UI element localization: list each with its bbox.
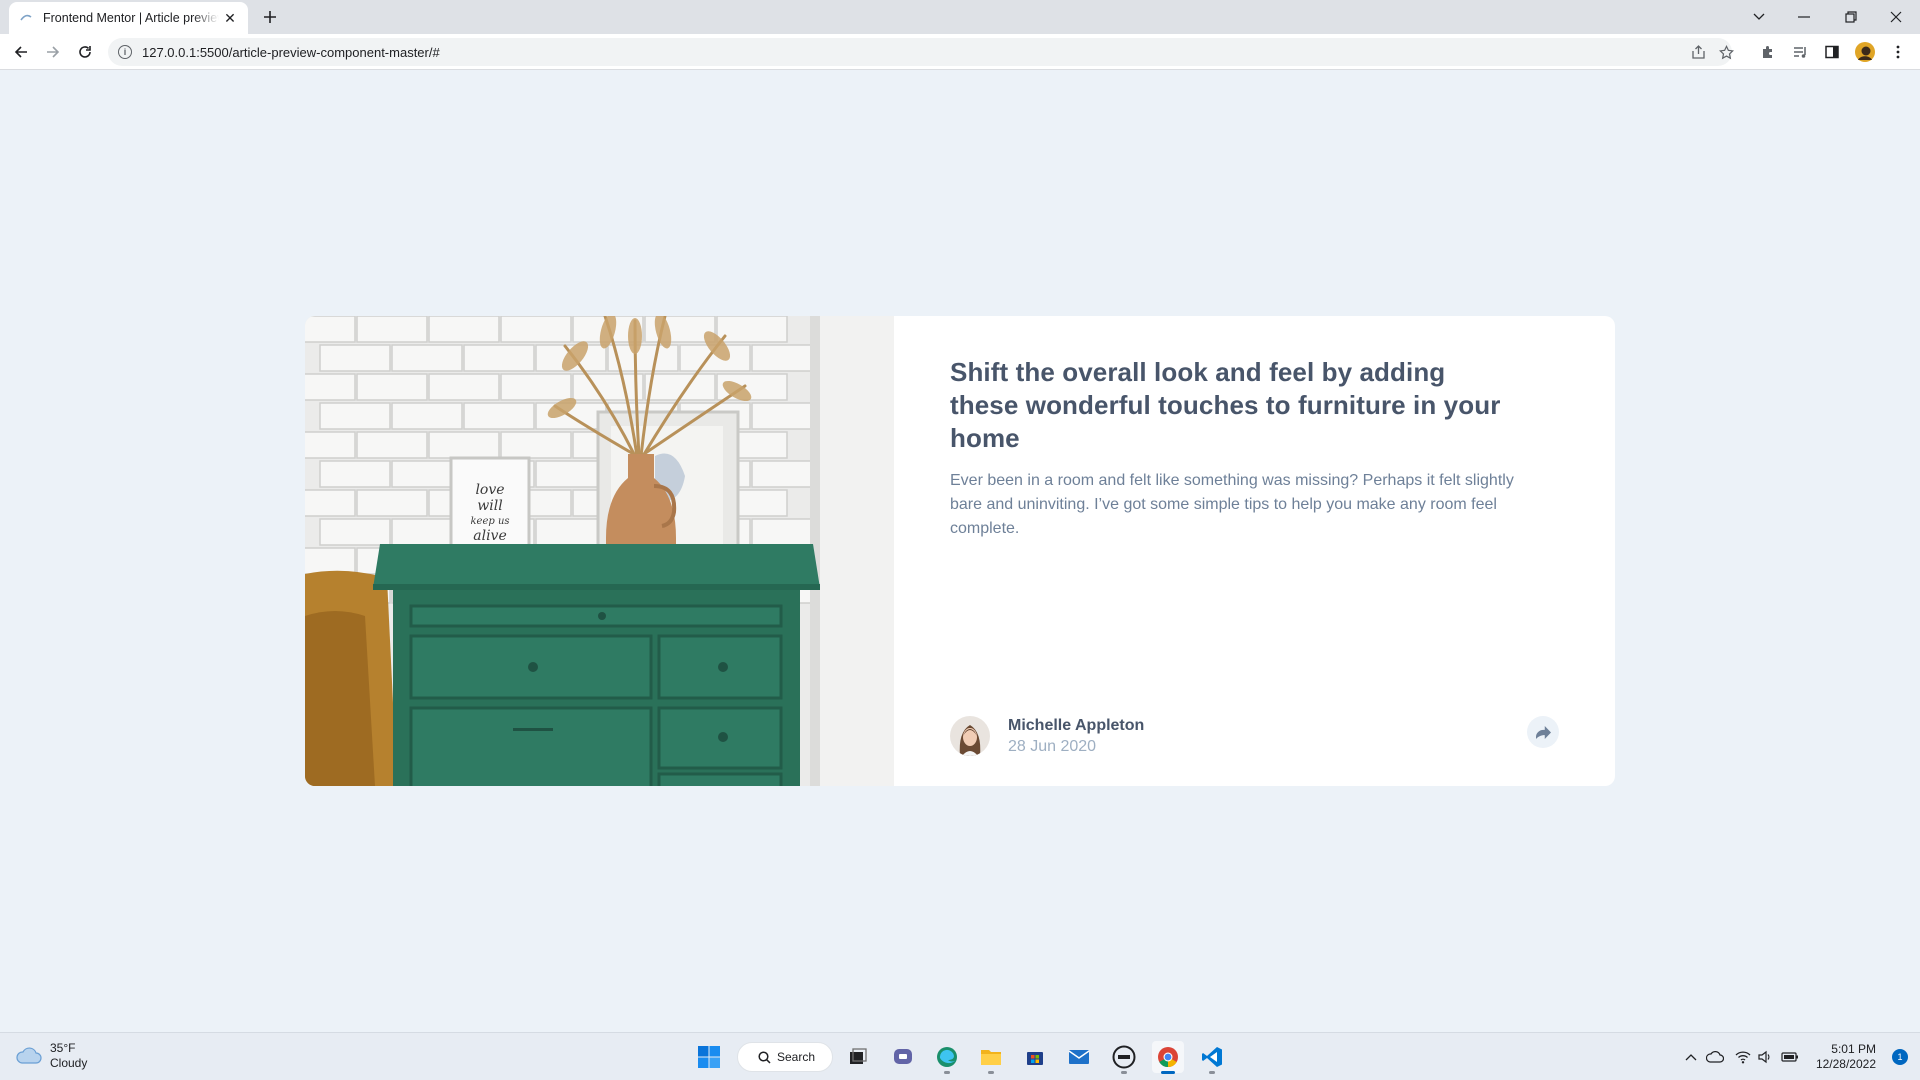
onedrive-icon[interactable] [1705, 1047, 1725, 1067]
author-name: Michelle Appleton [1008, 716, 1145, 734]
profile-avatar-icon[interactable] [1853, 40, 1877, 64]
teams-chat-button[interactable] [887, 1041, 919, 1073]
article-title: Shift the overall look and feel by addin… [950, 357, 1501, 453]
bookmark-star-icon[interactable] [1714, 38, 1738, 66]
reload-icon[interactable] [73, 40, 97, 64]
battery-icon[interactable] [1780, 1047, 1800, 1067]
article-image: love will keep us alive [305, 316, 894, 786]
tab-title: Frontend Mentor | Article preview compon… [43, 11, 219, 25]
search-icon [758, 1050, 771, 1064]
extensions-icon[interactable] [1756, 40, 1780, 64]
file-explorer-button[interactable] [975, 1041, 1007, 1074]
weather-temperature: 35°F [50, 1041, 76, 1055]
close-tab-icon[interactable]: ✕ [222, 10, 238, 27]
author-meta: Michelle Appleton 28 Jun 2020 [1008, 717, 1144, 756]
dell-button[interactable] [1108, 1041, 1140, 1074]
publish-date: 28 Jun 2020 [1008, 737, 1097, 755]
store-icon [1027, 1052, 1043, 1065]
active-indicator [1161, 1071, 1175, 1074]
site-info-icon[interactable]: i [118, 45, 132, 59]
address-url: 127.0.0.1:5500/article-preview-component… [142, 44, 440, 60]
volume-icon[interactable] [1755, 1047, 1775, 1067]
weather-condition: Cloudy [50, 1056, 88, 1070]
side-panel-icon[interactable] [1820, 40, 1844, 64]
task-view-icon [850, 1048, 867, 1064]
task-view-button[interactable] [842, 1041, 874, 1073]
store-button[interactable] [1019, 1041, 1051, 1073]
mail-icon [1068, 1050, 1090, 1064]
author-info: Michelle Appleton 28 Jun 2020 [950, 716, 1144, 756]
clock-time: 5:01 PM [1831, 1042, 1876, 1056]
author-avatar [950, 716, 990, 756]
new-tab-icon[interactable] [258, 5, 282, 29]
running-indicator [1121, 1071, 1127, 1074]
media-control-icon[interactable] [1788, 40, 1812, 64]
tab-search-icon[interactable] [1745, 4, 1773, 30]
frame-text-3: keep us [470, 516, 509, 527]
share-button[interactable] [1527, 716, 1559, 748]
weather-widget[interactable]: 35°F Cloudy [16, 1041, 87, 1071]
search-label: Search [777, 1050, 816, 1064]
system-clock[interactable]: 5:01 PM 12/28/2022 [1816, 1042, 1876, 1072]
windows-logo-icon [698, 1046, 720, 1068]
taskbar-search[interactable]: Search [737, 1042, 833, 1072]
minimize-icon[interactable] [1790, 4, 1818, 30]
frame-text-4: alive [473, 528, 507, 544]
folder-icon [981, 1050, 1001, 1065]
restore-icon[interactable] [1837, 4, 1865, 30]
browser-tab-bar: Frontend Mentor | Article preview compon… [0, 0, 1920, 34]
start-button[interactable] [693, 1041, 725, 1073]
frame-text-2: will [477, 498, 502, 514]
frame-text-1: love [475, 482, 504, 498]
running-indicator [988, 1071, 994, 1074]
notification-badge[interactable]: 1 [1892, 1049, 1908, 1065]
clock-date: 12/28/2022 [1815, 1057, 1876, 1071]
running-indicator [944, 1071, 950, 1074]
edge-icon [937, 1047, 957, 1067]
dell-logo-icon [1112, 1045, 1136, 1069]
running-indicator [1209, 1071, 1215, 1074]
chrome-button[interactable] [1152, 1041, 1184, 1074]
address-bar[interactable]: i 127.0.0.1:5500/article-preview-compone… [108, 38, 1734, 66]
browser-tab[interactable]: Frontend Mentor | Article preview compon… [9, 2, 248, 34]
browser-toolbar: i 127.0.0.1:5500/article-preview-compone… [0, 34, 1920, 70]
vscode-button[interactable] [1196, 1041, 1228, 1074]
favicon-icon [19, 11, 33, 25]
wifi-icon[interactable] [1733, 1047, 1753, 1067]
mail-button[interactable] [1063, 1041, 1095, 1073]
article-summary: Ever been in a room and felt like someth… [950, 472, 1514, 537]
chrome-icon [1158, 1047, 1178, 1068]
article-content: Shift the overall look and feel by addin… [894, 316, 1615, 786]
share-icon [1535, 725, 1551, 739]
browser-menu-icon[interactable] [1886, 40, 1910, 64]
share-page-icon[interactable] [1686, 38, 1710, 66]
article-preview-card: love will keep us alive Shift the overal… [305, 316, 1615, 786]
back-icon[interactable] [9, 40, 33, 64]
close-window-icon[interactable] [1882, 4, 1910, 30]
cloud-icon [16, 1047, 42, 1064]
vscode-icon [1202, 1047, 1222, 1067]
windows-taskbar: 35°F Cloudy Search 5:01 PM 12/28/2022 1 [0, 1032, 1920, 1080]
chevron-up-icon[interactable] [1681, 1047, 1701, 1067]
chat-icon [894, 1049, 912, 1064]
forward-icon[interactable] [41, 40, 65, 64]
edge-button[interactable] [931, 1041, 963, 1074]
